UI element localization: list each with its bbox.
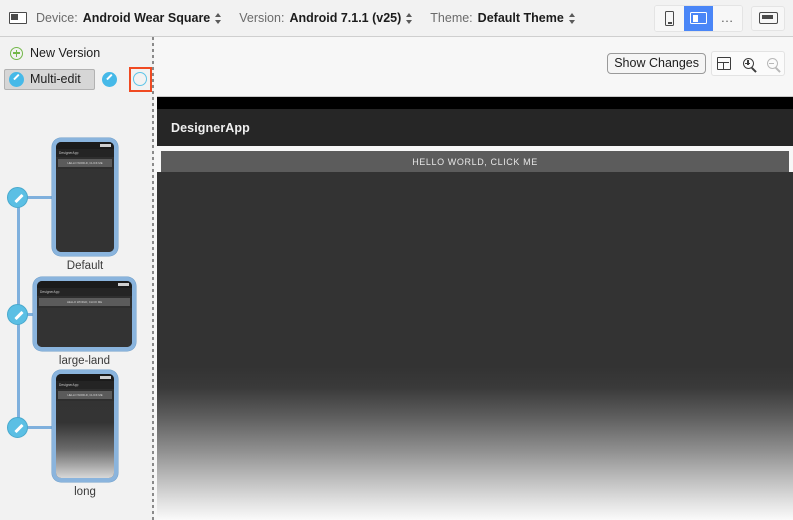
thumb-status-bar: [56, 374, 114, 381]
preview-status-bar: [157, 97, 793, 109]
thumb-body: [37, 308, 132, 347]
thumb-button: HELLO WORLD, CLICK ME: [39, 298, 130, 306]
version-edit-node-default[interactable]: [7, 187, 28, 208]
multi-edit-row: Multi-edit: [0, 68, 152, 90]
phone-portrait-icon: [665, 11, 674, 26]
version-edit-node-large-land[interactable]: [7, 304, 28, 325]
phone-portrait-button[interactable]: [655, 6, 684, 31]
more-options-icon: …: [721, 13, 735, 23]
device-selector[interactable]: Device: Android Wear Square: [36, 11, 223, 25]
selected-version-arrow-icon: [114, 419, 118, 433]
chevron-updown-icon[interactable]: [214, 12, 223, 25]
zoom-out-button[interactable]: [760, 52, 784, 75]
thumb-app-title: DesignerApp: [56, 149, 114, 157]
multi-edit-button[interactable]: Multi-edit: [4, 69, 95, 90]
version-label: Version:: [239, 11, 284, 25]
zoom-in-button[interactable]: [736, 52, 760, 75]
version-caption: Default: [52, 260, 118, 272]
view-mode-group: …: [654, 5, 743, 32]
chevron-updown-icon[interactable]: [568, 12, 577, 25]
more-options-button[interactable]: …: [713, 6, 742, 31]
landscape-device-icon: [759, 12, 778, 24]
thumb-app-title: DesignerApp: [37, 288, 132, 296]
preview-body: [157, 172, 793, 520]
preview-canvas: Show Changes DesignerApp HELLO WORLD, CL…: [154, 37, 793, 520]
version-thumb-large-land[interactable]: DesignerApp HELLO WORLD, CLICK ME large-…: [33, 277, 136, 367]
tablet-landscape-button[interactable]: [684, 6, 713, 31]
pencil-icon: [9, 72, 24, 87]
edit-pencil-icon[interactable]: [102, 72, 117, 87]
zoom-out-icon: [767, 58, 778, 69]
preview-app-title: DesignerApp: [171, 121, 250, 135]
thumb-body: [56, 401, 114, 478]
preview-hello-world-button[interactable]: HELLO WORLD, CLICK ME: [161, 151, 789, 172]
device-label: Device:: [36, 11, 78, 25]
device-frame-button[interactable]: [751, 6, 785, 31]
chevron-updown-icon[interactable]: [405, 12, 414, 25]
version-thumb-default[interactable]: DesignerApp HELLO WORLD, CLICK ME Defaul…: [52, 138, 118, 272]
version-tree: DesignerApp HELLO WORLD, CLICK ME Defaul…: [0, 95, 152, 520]
canvas-toolbar: Show Changes: [607, 51, 785, 76]
thumb-status-bar: [37, 281, 132, 288]
toolbar-right-group: …: [654, 5, 793, 32]
top-toolbar: Device: Android Wear Square Version: And…: [0, 0, 793, 37]
version-selector[interactable]: Version: Android 7.1.1 (v25): [239, 11, 414, 25]
thumb-status-bar: [56, 142, 114, 149]
version-edit-node-long[interactable]: [7, 417, 28, 438]
thumb-body: [56, 169, 114, 252]
zoom-in-icon: [743, 58, 754, 69]
new-version-label: New Version: [30, 46, 100, 60]
fit-to-screen-button[interactable]: [712, 52, 736, 75]
circle-outline-icon: [133, 72, 147, 86]
theme-label: Theme:: [430, 11, 472, 25]
version-value: Android 7.1.1 (v25): [289, 11, 401, 25]
show-changes-button[interactable]: Show Changes: [607, 53, 706, 74]
device-value: Android Wear Square: [83, 11, 211, 25]
device-preview: DesignerApp HELLO WORLD, CLICK ME: [157, 96, 793, 520]
version-caption: large-land: [33, 355, 136, 367]
tablet-landscape-icon: [690, 12, 707, 24]
preview-app-bar: DesignerApp: [157, 109, 793, 146]
thumb-app-title: DesignerApp: [56, 381, 114, 389]
fit-to-screen-icon: [717, 57, 731, 70]
thumb-button: HELLO WORLD, CLICK ME: [58, 391, 112, 399]
versions-sidebar: New Version Multi-edit DesignerApp HELLO…: [0, 37, 152, 520]
thumb-button: HELLO WORLD, CLICK ME: [58, 159, 112, 167]
theme-selector[interactable]: Theme: Default Theme: [430, 11, 577, 25]
version-caption: long: [52, 486, 118, 498]
zoom-controls-group: [711, 51, 785, 76]
new-version-button[interactable]: New Version: [0, 42, 152, 64]
multi-edit-label: Multi-edit: [30, 72, 81, 86]
select-circle-button-highlighted[interactable]: [129, 67, 152, 92]
device-icon: [9, 12, 27, 24]
plus-circle-icon: [10, 47, 23, 60]
theme-value: Default Theme: [478, 11, 564, 25]
version-thumb-long[interactable]: DesignerApp HELLO WORLD, CLICK ME long: [52, 370, 118, 498]
